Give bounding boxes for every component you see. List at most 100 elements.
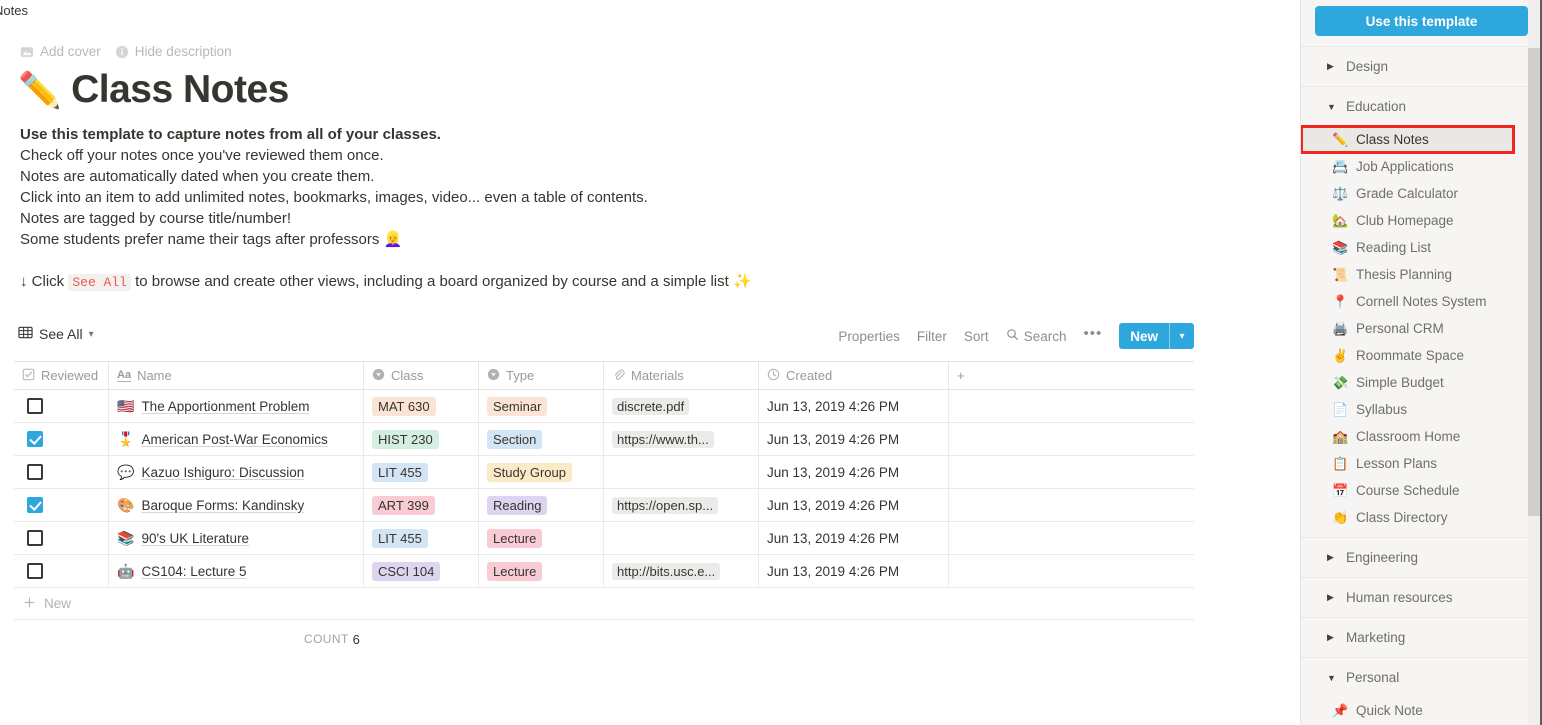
cell-type[interactable]: Section [479,423,604,455]
reviewed-checkbox[interactable] [27,530,43,546]
cell-type[interactable]: Reading [479,489,604,521]
sidebar-item-lesson-plans[interactable]: 📋Lesson Plans [1301,450,1542,477]
sidebar-item-syllabus[interactable]: 📄Syllabus [1301,396,1542,423]
filter-button[interactable]: Filter [917,329,947,344]
sidebar-section-design[interactable]: ▶Design [1301,46,1542,86]
sidebar-item-reading-list[interactable]: 📚Reading List [1301,234,1542,261]
sidebar-item-classroom-home[interactable]: 🏫 Classroom Home [1301,423,1542,450]
sort-button[interactable]: Sort [964,329,989,344]
sidebar-section-personal[interactable]: ▼Personal [1301,657,1542,697]
cell-created: Jun 13, 2019 4:26 PM [759,555,949,587]
sidebar-section-education[interactable]: ▼Education [1301,86,1542,126]
sidebar-section-marketing[interactable]: ▶Marketing [1301,617,1542,657]
row-name-link[interactable]: CS104: Lecture 5 [141,564,246,579]
table-row[interactable]: 🎖️American Post-War EconomicsHIST 230Sec… [14,423,1194,456]
cell-type[interactable]: Seminar [479,390,604,422]
sidebar-section-engineering[interactable]: ▶Engineering [1301,537,1542,577]
search-button[interactable]: Search [1006,328,1067,344]
add-column-button[interactable]: + [949,362,1194,389]
hide-description-button[interactable]: Hide description [115,44,232,59]
sidebar-section-label: Education [1346,99,1406,114]
new-dropdown-chevron-icon[interactable]: ▾ [1170,323,1194,349]
column-header-class[interactable]: Class [364,362,479,389]
sidebar-section-human-resources[interactable]: ▶Human resources [1301,577,1542,617]
sidebar-item-label: Classroom Home [1356,429,1460,444]
table-row[interactable]: 📚90's UK LiteratureLIT 455LectureJun 13,… [14,522,1194,555]
sidebar-item-emoji-icon: ✌️ [1332,348,1348,364]
cell-materials[interactable]: https://www.th... [604,423,759,455]
table-row[interactable]: 🤖CS104: Lecture 5CSCI 104Lecturehttp://b… [14,555,1194,588]
sidebar-item-personal-crm[interactable]: 🖨️Personal CRM [1301,315,1542,342]
plus-icon: + [957,368,965,383]
add-cover-button[interactable]: Add cover [20,44,101,59]
reviewed-checkbox[interactable] [27,563,43,579]
table-row[interactable]: 💬Kazuo Ishiguro: DiscussionLIT 455Study … [14,456,1194,489]
template-sidebar: Use this template ▶Design▼Education✏️Cla… [1300,0,1542,725]
column-header-type[interactable]: Type [479,362,604,389]
cell-type[interactable]: Study Group [479,456,604,488]
cell-type[interactable]: Lecture [479,555,604,587]
cell-materials[interactable] [604,456,759,488]
cell-type[interactable]: Lecture [479,522,604,554]
cell-materials[interactable]: discrete.pdf [604,390,759,422]
cell-class[interactable]: ART 399 [364,489,479,521]
cell-class[interactable]: MAT 630 [364,390,479,422]
sidebar-item-class-directory[interactable]: 👏Class Directory [1301,504,1542,531]
cell-class[interactable]: CSCI 104 [364,555,479,587]
sidebar-item-thesis-planning[interactable]: 📜Thesis Planning [1301,261,1542,288]
sidebar-item-emoji-icon: 📚 [1332,240,1348,256]
row-emoji-icon: 🎨 [117,498,134,512]
table-row[interactable]: 🇺🇸The Apportionment ProblemMAT 630Semina… [14,390,1194,423]
column-header-reviewed[interactable]: Reviewed [14,362,109,389]
sidebar-item-emoji-icon: 🏫 [1332,429,1348,445]
breadcrumb[interactable]: Notes [0,3,28,18]
created-date: Jun 13, 2019 4:26 PM [767,564,899,579]
add-cover-label: Add cover [40,44,101,59]
type-tag: Study Group [487,463,572,482]
row-name-link[interactable]: Baroque Forms: Kandinsky [141,498,304,513]
row-name-link[interactable]: American Post-War Economics [141,432,327,447]
sidebar-item-class-notes[interactable]: ✏️Class Notes [1301,126,1514,153]
sidebar-item-job-applications[interactable]: 📇Job Applications [1301,153,1542,180]
cell-materials[interactable] [604,522,759,554]
reviewed-checkbox[interactable] [27,398,43,414]
see-all-code-tag[interactable]: See All [68,274,131,291]
column-header-created[interactable]: Created [759,362,949,389]
sidebar-item-club-homepage[interactable]: 🏡Club Homepage [1301,207,1542,234]
toolbar-actions: Properties Filter Sort Search ••• New ▾ [838,323,1194,349]
cell-created: Jun 13, 2019 4:26 PM [759,489,949,521]
new-row-label: New [44,596,71,611]
description-line: Check off your notes once you've reviewe… [20,145,1170,166]
table-row[interactable]: 🎨 Baroque Forms: Kandinsky ART 399Readingh… [14,489,1194,522]
reviewed-checkbox[interactable] [27,431,43,447]
clock-icon [767,368,780,384]
cell-class[interactable]: HIST 230 [364,423,479,455]
row-name-link[interactable]: The Apportionment Problem [141,399,309,414]
column-header-materials[interactable]: Materials [604,362,759,389]
cell-reviewed [14,489,109,521]
cell-class[interactable]: LIT 455 [364,456,479,488]
use-this-template-button[interactable]: Use this template [1315,6,1528,36]
sidebar-item-course-schedule[interactable]: 📅Course Schedule [1301,477,1542,504]
new-button[interactable]: New ▾ [1119,323,1194,349]
sidebar-item-simple-budget[interactable]: 💸Simple Budget [1301,369,1542,396]
reviewed-checkbox[interactable] [27,497,43,513]
material-chip: http://bits.usc.e... [612,563,720,580]
row-name-link[interactable]: Kazuo Ishiguro: Discussion [141,465,304,480]
sidebar-item-grade-calculator[interactable]: ⚖️Grade Calculator [1301,180,1542,207]
view-tab-see-all[interactable]: See All ▾ [18,325,94,343]
column-label: Type [506,368,534,383]
text-aa-icon: Aa [117,370,131,382]
new-row-button[interactable]: New [14,588,1194,620]
reviewed-checkbox[interactable] [27,464,43,480]
row-name-link[interactable]: 90's UK Literature [141,531,249,546]
sidebar-item-roommate-space[interactable]: ✌️Roommate Space [1301,342,1542,369]
sidebar-item-quick-note[interactable]: 📌Quick Note [1301,697,1542,724]
column-header-name[interactable]: Aa Name [109,362,364,389]
cell-materials[interactable]: http://bits.usc.e... [604,555,759,587]
properties-button[interactable]: Properties [838,329,900,344]
sidebar-item-cornell-notes-system[interactable]: 📍Cornell Notes System [1301,288,1542,315]
more-options-icon[interactable]: ••• [1083,325,1102,342]
cell-class[interactable]: LIT 455 [364,522,479,554]
cell-materials[interactable]: https://open.sp... [604,489,759,521]
